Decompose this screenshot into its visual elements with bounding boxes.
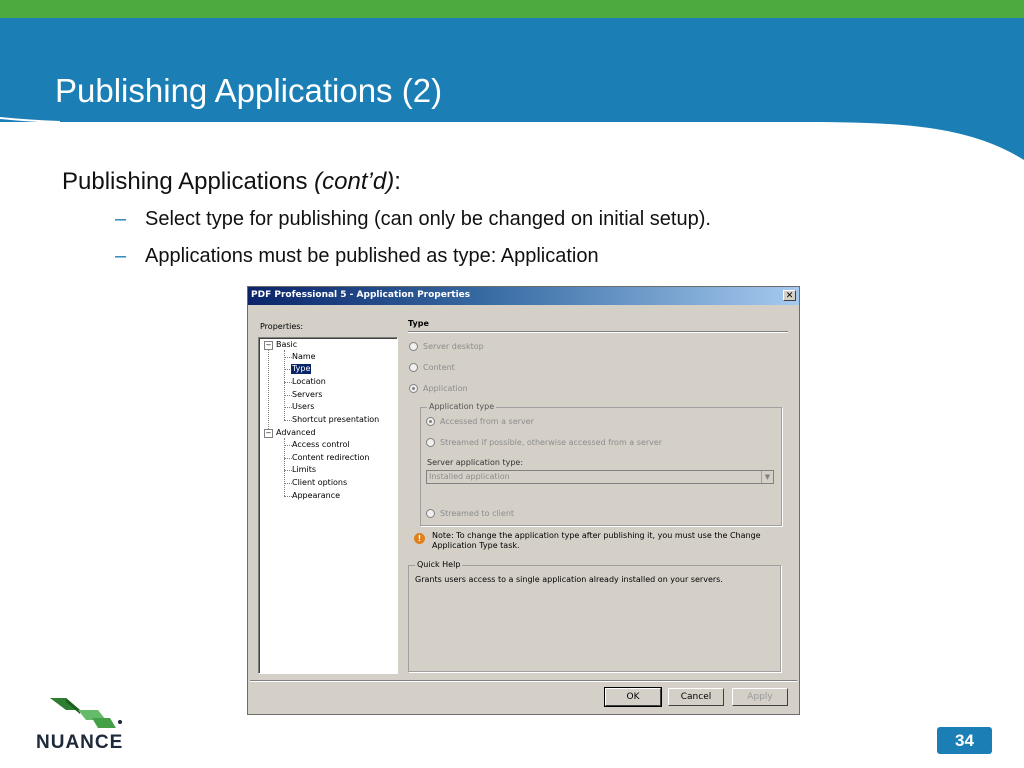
radio-icon [426,509,435,518]
collapse-icon[interactable]: − [264,429,273,438]
radio-label: Streamed to client [440,509,515,518]
radio-label: Accessed from a server [440,417,534,426]
tree-line [284,458,292,459]
radio-icon [409,363,418,372]
tree-item-appearance[interactable]: Appearance [292,491,340,501]
server-app-type-select[interactable]: Installed application ▼ [426,470,774,484]
quick-help-group: Quick Help Grants users access to a sing… [408,560,781,672]
tree-line [284,483,292,484]
tree-line [284,420,292,421]
warning-icon: ! [414,533,425,544]
tree-item-content-redirection[interactable]: Content redirection [292,453,369,463]
radio-label: Server desktop [423,342,484,351]
tree-item-location[interactable]: Location [292,377,326,387]
cancel-button[interactable]: Cancel [668,688,724,706]
apply-button[interactable]: Apply [732,688,788,706]
radio-icon [409,384,418,393]
dialog-title: PDF Professional 5 - Application Propert… [251,290,471,300]
slide-title: Publishing Applications (2) [55,72,443,109]
bullet-text: Select type for publishing (can only be … [145,208,711,230]
bullet-item: – Select type for publishing (can only be… [115,208,711,231]
chevron-down-icon[interactable]: ▼ [761,471,773,483]
radio-accessed-from-server[interactable]: Accessed from a server [426,417,534,426]
lead-text-italic: (cont’d) [314,168,395,195]
section-divider [408,331,788,333]
radio-application[interactable]: Application [409,384,468,393]
radio-server-desktop[interactable]: Server desktop [409,342,484,351]
logo-wordmark: NUANCE [36,732,124,753]
tree-line [284,395,292,396]
page-number: 34 [937,727,992,754]
quick-help-text: Grants users access to a single applicat… [415,575,723,584]
tree-line [284,496,292,497]
tree-item-users[interactable]: Users [292,402,314,412]
tree-item-advanced[interactable]: Advanced [276,428,316,438]
bullet-text: Applications must be published as type: … [145,245,599,267]
radio-icon [426,417,435,426]
properties-label: Properties: [260,322,304,331]
tree-line [284,445,292,446]
ok-button[interactable]: OK [604,687,662,707]
lead-text-main: Publishing Applications [62,168,315,195]
tree-line [284,357,292,358]
radio-streamed-if-possible[interactable]: Streamed if possible, otherwise accessed… [426,438,662,447]
note-text: Note: To change the application type aft… [432,531,761,550]
radio-streamed-to-client[interactable]: Streamed to client [426,509,514,518]
tree-item-client-options[interactable]: Client options [292,478,347,488]
tree-item-shortcut-presentation[interactable]: Shortcut presentation [292,415,379,425]
tree-line [268,350,269,435]
properties-tree[interactable]: − Basic Name Type Location Servers Users… [258,337,398,674]
tree-item-limits[interactable]: Limits [292,465,316,475]
radio-label: Content [423,363,455,372]
close-icon[interactable]: ✕ [783,290,796,301]
top-accent-bar [0,0,1024,18]
application-properties-dialog: PDF Professional 5 - Application Propert… [247,286,800,715]
tree-line [284,407,292,408]
collapse-icon[interactable]: − [264,341,273,350]
server-app-type-label: Server application type: [427,458,524,467]
tree-line [284,382,292,383]
tree-line [284,470,292,471]
type-section-heading: Type [408,319,429,328]
radio-icon [409,342,418,351]
quick-help-title: Quick Help [415,560,463,569]
radio-label: Application [423,384,468,393]
radio-content[interactable]: Content [409,363,455,372]
tree-item-servers[interactable]: Servers [292,390,322,400]
radio-label: Streamed if possible, otherwise accessed… [440,438,663,447]
footer-divider [250,680,797,682]
bullet-dash: – [115,245,127,267]
lead-text: Publishing Applications (cont’d): [62,168,401,196]
tree-item-access-control[interactable]: Access control [292,440,350,450]
select-value: Installed application [429,472,510,481]
radio-icon [426,438,435,447]
dialog-title-bar: PDF Professional 5 - Application Propert… [248,287,799,305]
tree-item-name[interactable]: Name [292,352,316,362]
group-title: Application type [427,402,497,411]
bullet-item: – Applications must be published as type:… [115,245,599,268]
lead-text-colon: : [394,168,401,195]
tree-item-basic[interactable]: Basic [276,340,297,350]
tree-line [284,350,285,420]
bullet-dash: – [115,208,127,230]
tree-item-type[interactable]: Type [291,364,312,374]
tree-line [284,438,285,496]
